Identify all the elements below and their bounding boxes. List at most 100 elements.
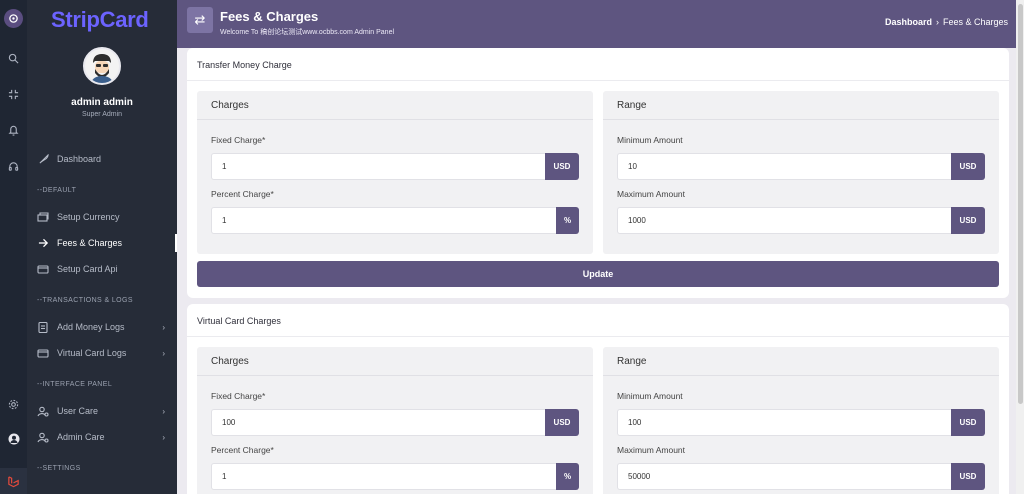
minimum-amount-field: 100 USD bbox=[617, 409, 985, 436]
headset-icon[interactable] bbox=[0, 158, 27, 174]
divider bbox=[187, 336, 1009, 337]
percent-charge-field: 1 % bbox=[211, 463, 579, 490]
wallet-icon bbox=[37, 263, 49, 275]
nav-virtual-card-logs-label: Virtual Card Logs bbox=[57, 348, 127, 358]
scrollbar-thumb[interactable] bbox=[1018, 4, 1023, 404]
fullscreen-exit-icon[interactable] bbox=[0, 86, 27, 102]
nav-setup-currency-label: Setup Currency bbox=[57, 212, 120, 222]
chevron-right-icon: › bbox=[162, 322, 165, 332]
section-interface: --INTERFACE PANEL bbox=[37, 381, 113, 388]
arrow-right-icon bbox=[37, 237, 49, 249]
page-title: Fees & Charges bbox=[220, 9, 319, 24]
minimum-amount-input[interactable]: 10 bbox=[617, 153, 951, 180]
nav-admin-care[interactable]: Admin Care › bbox=[37, 429, 173, 445]
app-logo-icon[interactable] bbox=[4, 9, 23, 28]
divider bbox=[603, 119, 999, 120]
divider bbox=[197, 375, 593, 376]
breadcrumb: Dashboard › Fees & Charges bbox=[885, 17, 1008, 27]
breadcrumb-current: Fees & Charges bbox=[942, 17, 1008, 27]
minimum-amount-label: Minimum Amount bbox=[617, 135, 683, 145]
wallet-icon bbox=[37, 347, 49, 359]
sidebar: StripCard admin admin Super Admin Dashbo… bbox=[27, 0, 177, 494]
icon-rail bbox=[0, 0, 27, 494]
nav-add-money-logs-label: Add Money Logs bbox=[57, 322, 125, 332]
percent-charge-field: 1 % bbox=[211, 207, 579, 234]
page-scrollbar[interactable] bbox=[1016, 0, 1024, 494]
nav-fees-charges[interactable]: Fees & Charges bbox=[37, 235, 173, 251]
minimum-amount-label: Minimum Amount bbox=[617, 391, 683, 401]
nav-fees-charges-label: Fees & Charges bbox=[57, 238, 123, 248]
percent-addon: % bbox=[556, 463, 579, 490]
fixed-charge-field: 1 USD bbox=[211, 153, 579, 180]
chevron-right-icon: › bbox=[162, 432, 165, 442]
user-circle-icon[interactable] bbox=[0, 431, 27, 447]
currency-addon: USD bbox=[951, 409, 985, 436]
fixed-charge-field: 100 USD bbox=[211, 409, 579, 436]
user-gear-icon bbox=[37, 431, 49, 443]
card-title: Transfer Money Charge bbox=[197, 60, 292, 70]
clipboard-icon bbox=[37, 321, 49, 333]
bell-icon[interactable] bbox=[0, 122, 27, 138]
currency-addon: USD bbox=[951, 463, 985, 490]
section-settings: --SETTINGS bbox=[37, 465, 81, 472]
panel-title: Range bbox=[617, 100, 647, 111]
money-icon bbox=[37, 211, 49, 223]
nav-setup-currency[interactable]: Setup Currency bbox=[37, 209, 173, 225]
nav-add-money-logs[interactable]: Add Money Logs › bbox=[37, 319, 173, 335]
welcome-text: Welcome To 稿创论坛测试www.ocbbs.com Admin Pan… bbox=[220, 29, 395, 36]
minimum-amount-input[interactable]: 100 bbox=[617, 409, 951, 436]
panel-title: Charges bbox=[211, 356, 249, 367]
active-indicator bbox=[175, 234, 177, 252]
maximum-amount-input[interactable]: 50000 bbox=[617, 463, 951, 490]
fixed-charge-label: Fixed Charge* bbox=[211, 135, 266, 145]
chevron-right-icon: › bbox=[162, 406, 165, 416]
range-panel: Range Minimum Amount 100 USD Maximum Amo… bbox=[603, 347, 999, 494]
nav-setup-card-api[interactable]: Setup Card Api bbox=[37, 261, 173, 277]
nav-virtual-card-logs[interactable]: Virtual Card Logs › bbox=[37, 345, 173, 361]
user-role: Super Admin bbox=[81, 111, 123, 118]
nav-user-care[interactable]: User Care › bbox=[37, 403, 173, 419]
swap-icon: ⇄ bbox=[187, 7, 213, 33]
panel-title: Charges bbox=[211, 100, 249, 111]
nav-user-care-label: User Care bbox=[57, 406, 99, 416]
breadcrumb-home-link[interactable]: Dashboard bbox=[885, 17, 932, 27]
maximum-amount-input[interactable]: 1000 bbox=[617, 207, 951, 234]
brand-logo[interactable]: StripCard bbox=[51, 7, 149, 33]
range-panel: Range Minimum Amount 10 USD Maximum Amou… bbox=[603, 91, 999, 254]
currency-addon: USD bbox=[545, 153, 579, 180]
card-title: Virtual Card Charges bbox=[197, 316, 281, 326]
percent-charge-input[interactable]: 1 bbox=[211, 207, 556, 234]
user-name: admin admin bbox=[71, 97, 133, 108]
breadcrumb-separator-icon: › bbox=[935, 17, 939, 27]
laravel-icon[interactable] bbox=[0, 468, 27, 494]
currency-addon: USD bbox=[951, 153, 985, 180]
fixed-charge-input[interactable]: 100 bbox=[211, 409, 545, 436]
section-default: --DEFAULT bbox=[37, 187, 77, 194]
nav-dashboard[interactable]: Dashboard bbox=[37, 151, 173, 167]
maximum-amount-field: 1000 USD bbox=[617, 207, 985, 234]
update-button[interactable]: Update bbox=[197, 261, 999, 287]
fixed-charge-label: Fixed Charge* bbox=[211, 391, 266, 401]
page-header: ⇄ Fees & Charges Welcome To 稿创论坛测试www.oc… bbox=[177, 0, 1024, 48]
maximum-amount-field: 50000 USD bbox=[617, 463, 985, 490]
percent-charge-label: Percent Charge* bbox=[211, 189, 274, 199]
charges-panel: Charges Fixed Charge* 100 USD Percent Ch… bbox=[197, 347, 593, 494]
divider bbox=[197, 119, 593, 120]
nav-admin-care-label: Admin Care bbox=[57, 432, 105, 442]
charges-panel: Charges Fixed Charge* 1 USD Percent Char… bbox=[197, 91, 593, 254]
search-icon[interactable] bbox=[0, 50, 27, 66]
divider bbox=[603, 375, 999, 376]
percent-charge-input[interactable]: 1 bbox=[211, 463, 556, 490]
settings-icon[interactable] bbox=[0, 396, 27, 412]
avatar[interactable] bbox=[83, 47, 121, 85]
virtual-card-charge-card: Virtual Card Charges Charges Fixed Charg… bbox=[187, 304, 1009, 494]
currency-addon: USD bbox=[545, 409, 579, 436]
divider bbox=[187, 80, 1009, 81]
percent-addon: % bbox=[556, 207, 579, 234]
nav-setup-card-api-label: Setup Card Api bbox=[57, 264, 118, 274]
transfer-charge-card: Transfer Money Charge Charges Fixed Char… bbox=[187, 48, 1009, 298]
maximum-amount-label: Maximum Amount bbox=[617, 189, 686, 199]
percent-charge-label: Percent Charge* bbox=[211, 445, 274, 455]
rocket-icon bbox=[37, 153, 49, 165]
fixed-charge-input[interactable]: 1 bbox=[211, 153, 545, 180]
